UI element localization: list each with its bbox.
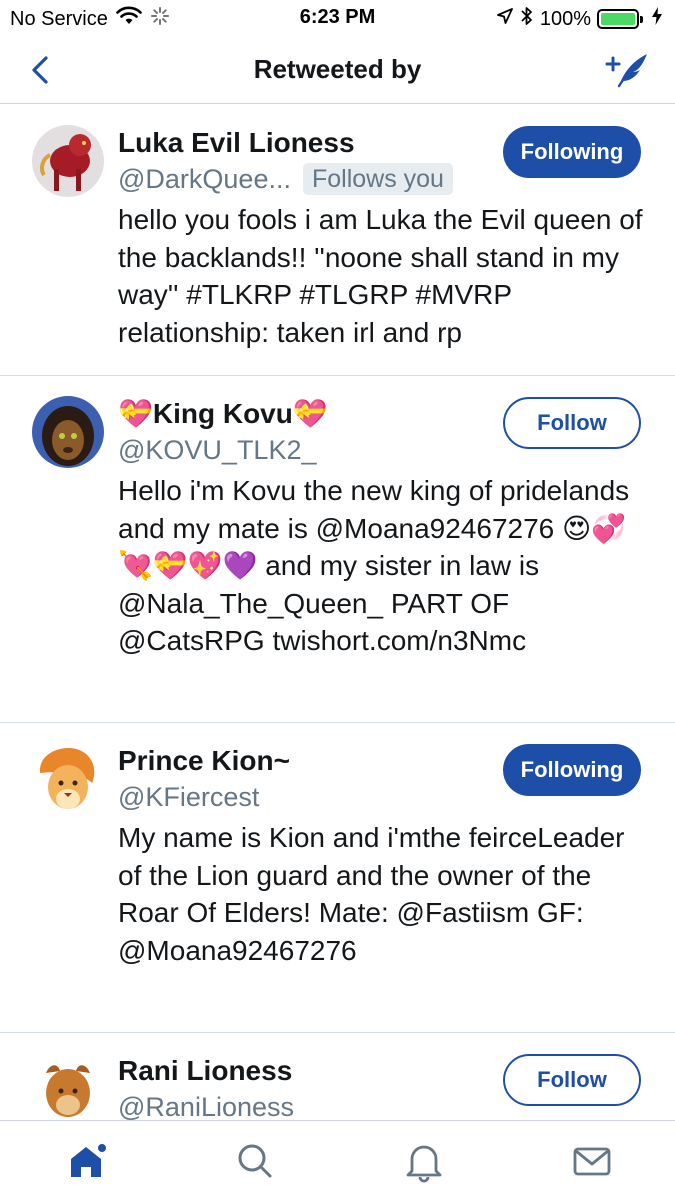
charging-bolt-icon <box>651 6 663 32</box>
search-icon <box>232 1144 276 1187</box>
handle-line: @DarkQuee... Follows you <box>118 161 485 197</box>
retweeted-by-screen: No Service 6:23 PM 100% Retweeted by Fol… <box>0 0 675 1200</box>
avatar[interactable] <box>32 1053 104 1120</box>
user-bio-wrap: Hello i'm Kovu the new king of prideland… <box>118 472 675 660</box>
messages-icon <box>570 1147 614 1187</box>
user-row[interactable]: Follow Rani Lioness @RaniLioness <box>0 1033 675 1120</box>
tab-notifications[interactable] <box>402 1139 446 1183</box>
user-bio: Hello i'm Kovu the new king of prideland… <box>118 475 630 656</box>
location-arrow-icon <box>496 7 514 31</box>
user-bio-wrap: hello you fools i am Luka the Evil queen… <box>118 201 675 351</box>
tab-bar <box>0 1120 675 1200</box>
user-row[interactable]: Following Prince Kion~ @KFiercest My nam… <box>0 723 675 1033</box>
avatar[interactable] <box>32 743 104 815</box>
user-name: Prince Kion~ <box>118 745 290 776</box>
avatar[interactable] <box>32 396 104 468</box>
user-handle: @KOVU_TLK2_ <box>118 435 317 465</box>
notifications-icon <box>402 1145 446 1187</box>
user-name: 💝King Kovu💝 <box>118 398 328 429</box>
user-handle: @RaniLioness <box>118 1092 295 1120</box>
following-button[interactable]: Following <box>503 126 641 178</box>
battery-percent: 100% <box>539 7 591 30</box>
battery-level <box>601 13 635 25</box>
follow-button[interactable]: Follow <box>503 1054 641 1106</box>
following-button[interactable]: Following <box>503 744 641 796</box>
tab-home[interactable] <box>66 1139 110 1183</box>
compose-tweet-button[interactable] <box>605 48 651 92</box>
home-icon <box>66 1144 110 1187</box>
user-handle: @KFiercest <box>118 782 260 812</box>
user-row[interactable]: Follow 💝King Kovu💝 @KOVU_TLK2_ Hello i'm… <box>0 376 675 723</box>
tab-messages[interactable] <box>570 1139 614 1183</box>
user-row[interactable]: Following Luka Evil Lioness @DarkQuee...… <box>0 105 675 376</box>
user-bio: My name is Kion and i'mthe feirceLeader … <box>118 822 625 966</box>
status-bar: No Service 6:23 PM 100% <box>0 0 675 36</box>
user-handle: @DarkQuee... <box>118 164 291 194</box>
page-title: Retweeted by <box>253 54 422 84</box>
bluetooth-icon <box>520 6 534 32</box>
status-right: 100% <box>496 6 663 32</box>
follows-you-badge: Follows you <box>302 163 453 195</box>
user-name: Rani Lioness <box>118 1055 293 1086</box>
avatar[interactable] <box>32 125 104 197</box>
user-bio-wrap: My name is Kion and i'mthe feirceLeader … <box>118 819 675 969</box>
add-tweet-icon <box>605 54 651 96</box>
follow-button[interactable]: Follow <box>503 397 641 449</box>
retweeter-list: Following Luka Evil Lioness @DarkQuee...… <box>0 105 675 1120</box>
battery-icon <box>597 9 643 29</box>
user-name: Luka Evil Lioness <box>118 127 355 158</box>
user-bio: hello you fools i am Luka the Evil queen… <box>118 204 643 348</box>
navigation-bar: Retweeted by <box>0 36 675 104</box>
tab-search[interactable] <box>232 1139 276 1183</box>
